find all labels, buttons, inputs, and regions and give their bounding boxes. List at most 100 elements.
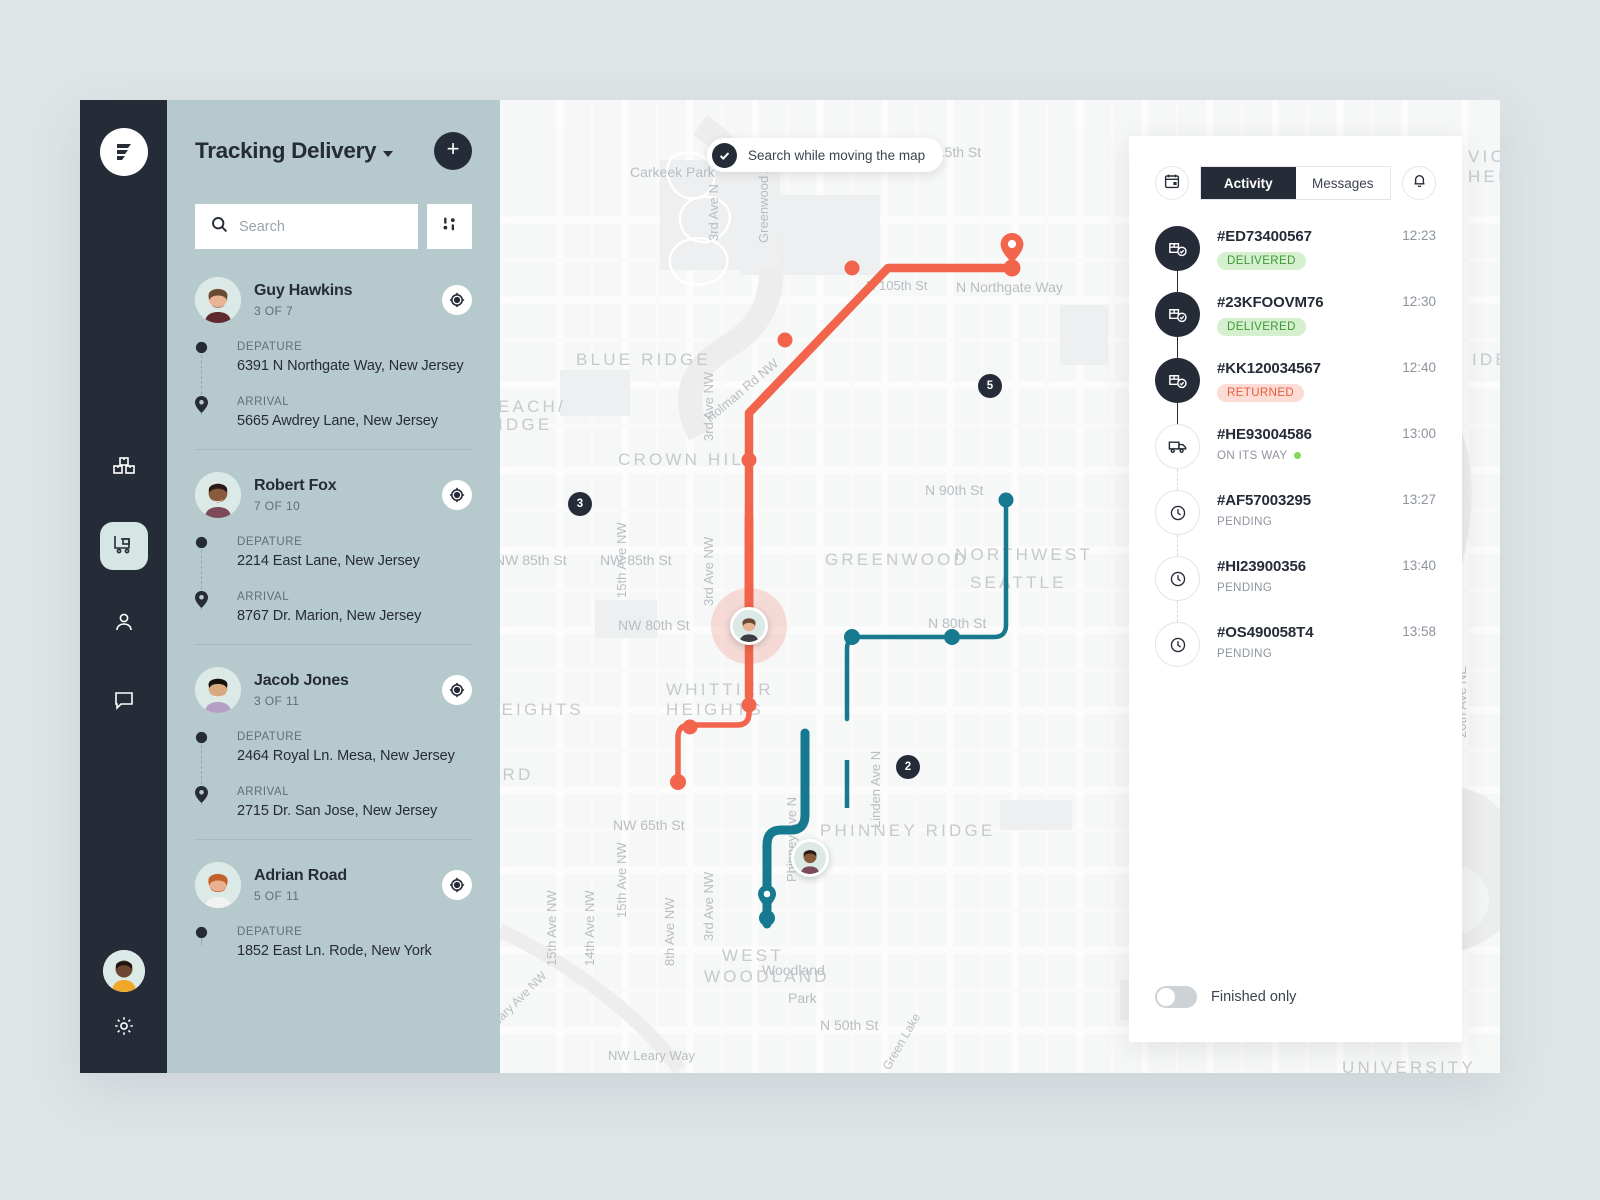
locate-button[interactable] xyxy=(442,480,472,510)
cluster-marker[interactable]: 2 xyxy=(896,755,920,779)
svg-text:NW 85th St: NW 85th St xyxy=(600,552,672,568)
chevron-down-icon xyxy=(383,150,394,157)
driver-marker-robert-fox[interactable] xyxy=(791,839,829,877)
notifications-button[interactable] xyxy=(1402,166,1436,200)
list-item[interactable]: Guy Hawkins 3 OF 7 DEPATURE 6391 N North… xyxy=(195,277,472,450)
departure-label: DEPATURE xyxy=(237,731,303,743)
panel-title-group[interactable]: Tracking Delivery xyxy=(195,138,394,164)
calendar-button[interactable] xyxy=(1155,166,1189,200)
timeline-connector xyxy=(1177,337,1178,358)
avatar xyxy=(195,667,241,713)
svg-text:WOODLAND: WOODLAND xyxy=(704,967,830,986)
svg-text:14th Ave NW: 14th Ave NW xyxy=(582,890,597,966)
avatar xyxy=(195,277,241,323)
driver-progress: 3 OF 11 xyxy=(254,694,300,708)
finished-only-toggle[interactable] xyxy=(1155,986,1197,1008)
search-input[interactable] xyxy=(239,218,402,235)
search-row xyxy=(195,204,472,249)
departure-address: 6391 N Northgate Way, New Jersey xyxy=(237,358,464,374)
svg-text:3rd Ave NW: 3rd Ave NW xyxy=(701,371,716,441)
status-text: PENDING xyxy=(1217,516,1273,528)
svg-text:CROWN HILL: CROWN HILL xyxy=(618,450,757,469)
cluster-marker[interactable]: 3 xyxy=(568,492,592,516)
driver-list: Guy Hawkins 3 OF 7 DEPATURE 6391 N North… xyxy=(195,277,472,979)
svg-text:VIC: VIC xyxy=(1468,147,1500,166)
activity-header: Activity Messages xyxy=(1129,136,1462,200)
svg-text:NW 85th St: NW 85th St xyxy=(500,552,567,568)
locate-button[interactable] xyxy=(442,675,472,705)
add-delivery-button[interactable]: + xyxy=(434,132,472,170)
driver-progress: 5 OF 11 xyxy=(254,889,300,903)
svg-text:15th Ave NW: 15th Ave NW xyxy=(614,522,629,598)
departure-label: DEPATURE xyxy=(237,536,303,548)
gear-icon[interactable] xyxy=(112,1014,136,1043)
tracking-panel: Tracking Delivery + Search Guy Hawkins 3… xyxy=(167,100,500,1073)
package-check-icon xyxy=(1155,358,1200,403)
sidebar-item-customers[interactable] xyxy=(100,600,148,648)
order-time: 12:40 xyxy=(1402,360,1436,375)
cluster-marker[interactable]: 5 xyxy=(978,374,1002,398)
departure-dot-icon xyxy=(195,731,208,749)
departure-dot-icon xyxy=(195,341,208,359)
timeline-connector xyxy=(1177,601,1178,622)
tab-activity[interactable]: Activity xyxy=(1201,167,1296,199)
svg-text:N 50th St: N 50th St xyxy=(820,1017,878,1033)
arrival-label: ARRIVAL xyxy=(237,396,290,408)
order-id: #23KFOOVM76 xyxy=(1217,294,1324,311)
search-while-moving-chip[interactable]: Search while moving the map xyxy=(707,138,944,172)
locate-button[interactable] xyxy=(442,285,472,315)
driver-marker-guy-hawkins[interactable] xyxy=(730,607,768,645)
order-time: 13:58 xyxy=(1402,624,1436,639)
arrival-address: 5665 Awdrey Lane, New Jersey xyxy=(237,413,438,429)
activity-row[interactable]: #ED73400567 12:23 DELIVERED xyxy=(1155,226,1436,292)
filter-sliders-icon xyxy=(440,215,459,239)
svg-text:UNIVERSITY: UNIVERSITY xyxy=(1342,1058,1476,1073)
departure-dot-icon xyxy=(195,536,208,554)
activity-row[interactable]: #23KFOOVM76 12:30 DELIVERED xyxy=(1155,292,1436,358)
departure-dot-icon xyxy=(195,926,208,944)
svg-text:N 80th St: N 80th St xyxy=(928,615,986,631)
search-chip-label: Search while moving the map xyxy=(748,147,926,163)
svg-text:BLUE RIDGE: BLUE RIDGE xyxy=(576,350,711,369)
search-box[interactable] xyxy=(195,204,418,249)
departure-label: DEPATURE xyxy=(237,926,303,938)
app-window: Tracking Delivery + Search Guy Hawkins 3… xyxy=(80,100,1500,1073)
activity-row[interactable]: #HI23900356 13:40 PENDING xyxy=(1155,556,1436,622)
svg-text:WHITTIER: WHITTIER xyxy=(666,680,774,699)
svg-text:3rd Ave N: 3rd Ave N xyxy=(706,184,721,241)
activity-tabs: Activity Messages xyxy=(1200,166,1391,200)
locate-button[interactable] xyxy=(442,870,472,900)
svg-text:IDGE: IDGE xyxy=(500,415,552,434)
icon-rail xyxy=(80,100,167,1073)
svg-text:3rd Ave NW: 3rd Ave NW xyxy=(701,871,716,941)
order-id: #ED73400567 xyxy=(1217,228,1312,245)
driver-name: Guy Hawkins xyxy=(254,282,353,299)
activity-row[interactable]: #AF57003295 13:27 PENDING xyxy=(1155,490,1436,556)
sidebar-item-deliveries[interactable] xyxy=(99,522,148,570)
svg-text:15th Ave NW: 15th Ave NW xyxy=(544,890,559,966)
filter-button[interactable] xyxy=(427,204,472,249)
panel-header: Tracking Delivery + xyxy=(195,132,472,170)
truck-icon xyxy=(1155,424,1200,469)
profile-avatar[interactable] xyxy=(102,950,145,992)
map-canvas[interactable]: N 115th St Carkeek Park N Northgate Way … xyxy=(500,100,1500,1073)
list-item[interactable]: Adrian Road 5 OF 11 DEPATURE 1852 East L… xyxy=(195,862,472,979)
tab-messages[interactable]: Messages xyxy=(1296,167,1391,199)
status-badge: DELIVERED xyxy=(1217,318,1306,336)
sidebar-item-messages[interactable] xyxy=(100,678,148,726)
delivery-cart-icon xyxy=(111,531,137,562)
activity-row[interactable]: #KK120034567 12:40 RETURNED xyxy=(1155,358,1436,424)
clock-icon xyxy=(1155,490,1200,535)
svg-text:8th Ave NW: 8th Ave NW xyxy=(662,897,677,966)
activity-row[interactable]: #OS490058T4 13:58 PENDING xyxy=(1155,622,1436,667)
order-id: #OS490058T4 xyxy=(1217,624,1314,641)
sidebar-item-inventory[interactable] xyxy=(100,444,148,492)
list-item[interactable]: Robert Fox 7 OF 10 DEPATURE 2214 East La… xyxy=(195,472,472,645)
activity-row[interactable]: #HE93004586 13:00 ON ITS WAY xyxy=(1155,424,1436,490)
svg-text:Linden Ave N: Linden Ave N xyxy=(868,751,883,828)
arrival-pin-icon xyxy=(195,591,208,613)
arrival-pin-icon xyxy=(195,396,208,418)
list-item[interactable]: Jacob Jones 3 OF 11 DEPATURE 2464 Royal … xyxy=(195,667,472,840)
search-icon xyxy=(211,216,228,238)
svg-text:HEIGHTS: HEIGHTS xyxy=(500,700,584,719)
